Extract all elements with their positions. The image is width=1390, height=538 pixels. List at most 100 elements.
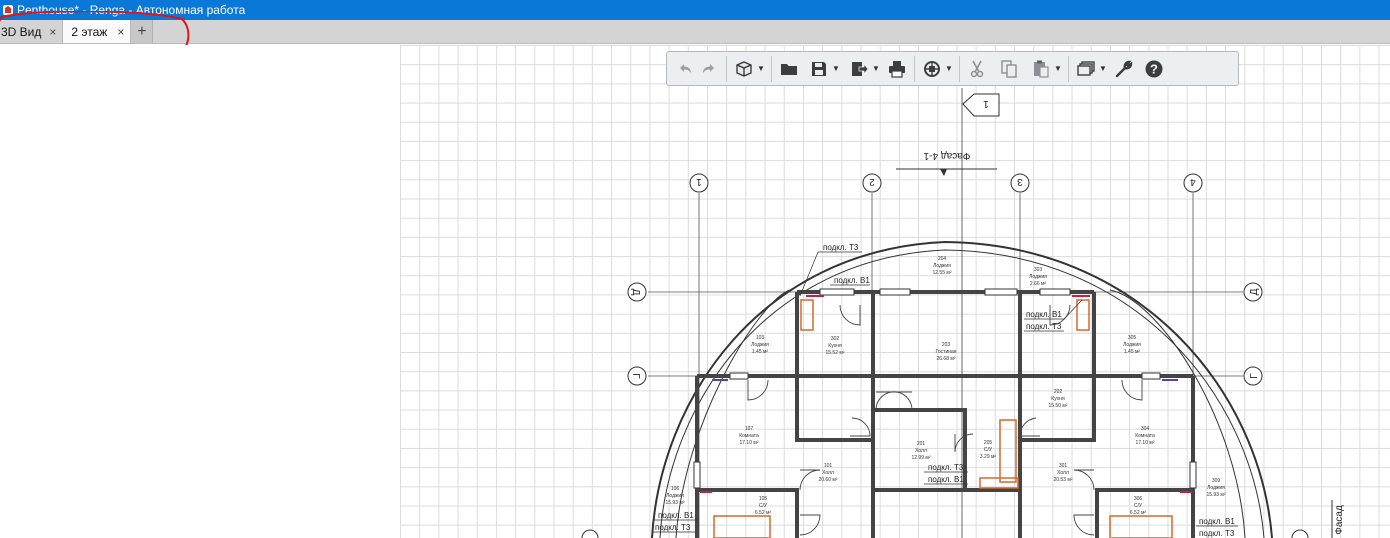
room-tag-text: Кухня <box>828 343 842 349</box>
room-tag-text: 303 <box>1034 267 1043 273</box>
room-tag-text: 301 <box>1059 463 1068 469</box>
svg-text:Фасад: Фасад <box>1334 505 1345 535</box>
toolbar-separator <box>1068 55 1069 82</box>
open-folder-icon[interactable] <box>777 57 801 81</box>
room-tag-text: 15.93 м² <box>665 500 684 506</box>
room-tag-text: 304 <box>1141 426 1150 432</box>
document-tab-bar: 3D Вид × 2 этаж × + <box>0 20 1390 44</box>
room-tag-text: 3.29 м² <box>980 454 997 460</box>
redo-icon[interactable] <box>697 57 721 81</box>
room-tag-text: Лоджия <box>933 263 951 269</box>
export-icon[interactable] <box>847 57 871 81</box>
axis-label: 3 <box>1017 176 1023 187</box>
room-tag-text: Лоджия <box>666 493 684 499</box>
room-tag-text: С/У <box>1134 503 1143 509</box>
room-tag-text: 6.52 м² <box>755 510 772 516</box>
undo-icon[interactable] <box>673 57 697 81</box>
room-tag-text: Холл <box>915 448 927 454</box>
room-tag-text: 2.66 м² <box>1030 281 1047 287</box>
room-tag-text: 1.45 м² <box>752 349 769 355</box>
connection-label: подкл. Т3 <box>928 463 964 472</box>
room-tag-text: 17.10 м² <box>1135 440 1154 446</box>
room-tag-text: 105 <box>759 496 768 502</box>
axis-label: Г <box>1249 373 1260 379</box>
toolbar-separator <box>914 55 915 82</box>
room-tag-text: 17.10 м² <box>739 440 758 446</box>
room-tag-text: Гостиная <box>936 349 957 355</box>
svg-text:?: ? <box>1150 61 1158 76</box>
room-tag-text: 305 <box>1128 335 1137 341</box>
settings-wrench-icon[interactable] <box>1112 57 1136 81</box>
help-icon[interactable]: ? <box>1142 57 1166 81</box>
save-icon[interactable] <box>807 57 831 81</box>
room-tag-text: 204 <box>938 256 947 262</box>
layers-dropdown-arrow[interactable]: ▼ <box>1098 57 1108 81</box>
room-tag-text: 203 <box>942 342 951 348</box>
room-tag-text: 306 <box>1134 496 1143 502</box>
room-tag-text: Холл <box>1057 470 1069 476</box>
room-tag-text: 107 <box>745 426 754 432</box>
room-tag-text: 201 <box>917 441 926 447</box>
quick-access-toolbar: ▼ ▼ ▼ ▼ ▼ ▼ ? <box>666 51 1239 86</box>
section-number: 1 <box>983 98 989 109</box>
connection-label: подкл. Т3 <box>655 523 691 532</box>
orbit-dropdown-arrow[interactable]: ▼ <box>944 57 954 81</box>
room-tag-text: 103 <box>756 335 765 341</box>
room-tag-text: Кухня <box>1051 396 1065 402</box>
room-tag-text: Лоджия <box>1029 274 1047 280</box>
copy-icon[interactable] <box>997 57 1021 81</box>
axis-lines <box>648 193 1243 538</box>
plumbing-fixtures <box>713 299 1173 538</box>
room-tag-text: 12.99 м² <box>911 455 930 461</box>
toolbar-separator <box>959 55 960 82</box>
axis-label: Д <box>1249 288 1260 295</box>
connection-label: подкл. Т3 <box>1026 322 1062 331</box>
room-tag-text: 6.52 м² <box>1130 510 1147 516</box>
room-tag-text: 12.55 м² <box>932 270 951 276</box>
axis-label: Г <box>630 373 641 379</box>
orbit-icon[interactable] <box>920 57 944 81</box>
view-dropdown-arrow[interactable]: ▼ <box>756 57 766 81</box>
room-tag-text: Комната <box>739 433 759 439</box>
left-panel <box>0 45 400 538</box>
room-tag-text: С/У <box>984 447 993 453</box>
room-tag-text: 202 <box>1054 389 1063 395</box>
export-dropdown-arrow[interactable]: ▼ <box>871 57 881 81</box>
drawing-canvas[interactable]: 1 Фасад 4-1 1 2 3 4 Д Д Г Г подкл. Т3 по… <box>400 45 1390 538</box>
connection-label: подкл. Т3 <box>1199 529 1235 538</box>
room-tag-text: Лоджия <box>1207 485 1225 491</box>
view-cube-icon[interactable] <box>732 57 756 81</box>
axis-label: 1 <box>696 176 702 187</box>
room-tag-text: Холл <box>822 470 834 476</box>
windows <box>693 288 1197 489</box>
paste-dropdown-arrow[interactable]: ▼ <box>1053 57 1063 81</box>
save-dropdown-arrow[interactable]: ▼ <box>831 57 841 81</box>
connection-label: подкл. Т3 <box>823 243 859 252</box>
toolbar-separator <box>771 55 772 82</box>
cut-icon[interactable] <box>965 57 989 81</box>
floor-plan: 1 Фасад 4-1 1 2 3 4 Д Д Г Г подкл. Т3 по… <box>581 88 1345 538</box>
interior-walls <box>695 290 1195 538</box>
connection-label: подкл. В1 <box>658 511 694 520</box>
connection-label: подкл. В1 <box>1199 517 1235 526</box>
room-tag-text: 106 <box>671 486 680 492</box>
room-tag-text: Лоджия <box>751 342 769 348</box>
connection-label: подкл. В1 <box>1026 310 1062 319</box>
room-tag-text: 302 <box>831 336 840 342</box>
print-icon[interactable] <box>885 57 909 81</box>
paste-icon[interactable] <box>1029 57 1053 81</box>
room-tag-text: 205 <box>984 440 993 446</box>
facade-label: Фасад 4-1 <box>923 150 970 161</box>
room-tag-text: 20.60 м² <box>818 477 837 483</box>
axis-label: Д <box>630 289 641 296</box>
layers-icon[interactable] <box>1074 57 1098 81</box>
title-bar: Penthouse* - Renga - Автономная работа <box>0 0 1390 20</box>
room-tag-text: 26.68 м² <box>936 356 955 362</box>
room-tag-text: 15.93 м² <box>1206 492 1225 498</box>
room-tag-text: 101 <box>824 463 833 469</box>
toolbar-separator <box>726 55 727 82</box>
room-tag-text: Лоджия <box>1123 342 1141 348</box>
room-tag-text: 15.52 м² <box>825 350 844 356</box>
facade-marker: Фасад 4-1 <box>896 150 997 176</box>
connection-label: подкл. В1 <box>928 475 964 484</box>
